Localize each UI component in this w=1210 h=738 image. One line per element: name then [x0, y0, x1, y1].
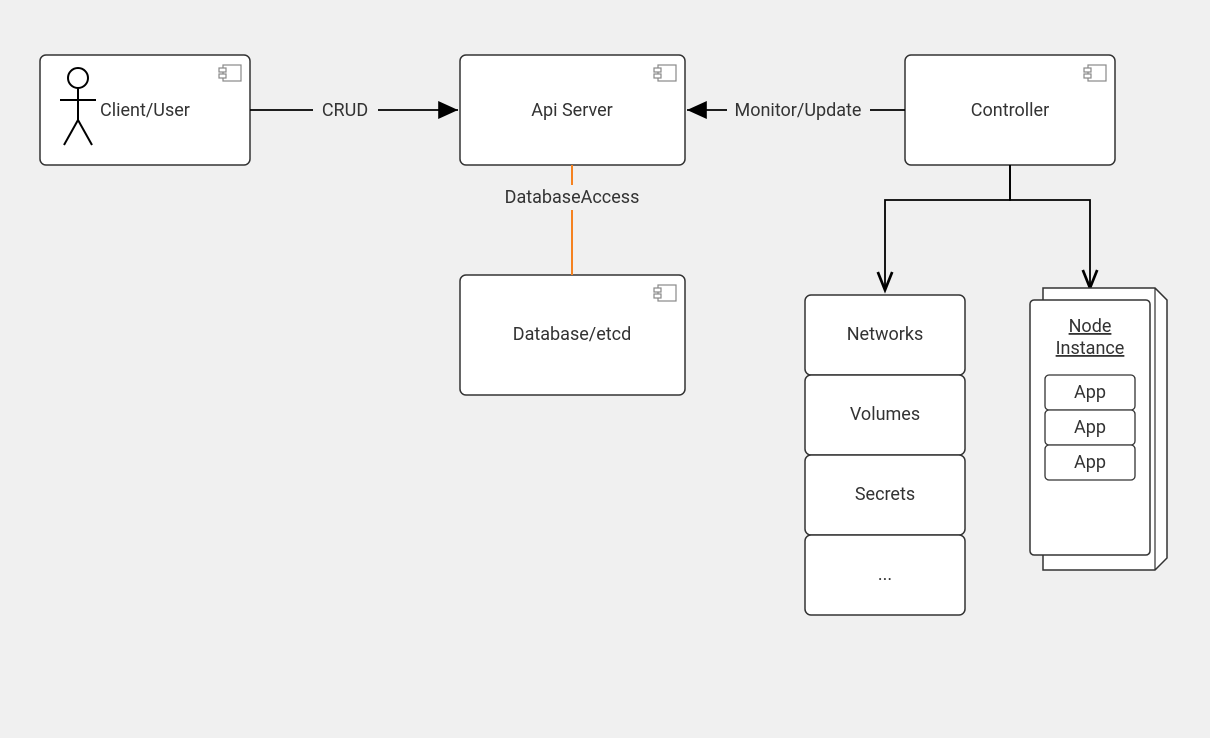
resources-stack: Networks Volumes Secrets ...: [805, 295, 965, 615]
component-controller: Controller: [905, 55, 1115, 165]
app-2-label: App: [1074, 452, 1106, 473]
node-instance: Node Instance App App App: [1030, 288, 1167, 570]
edge-db-access: DatabaseAccess: [505, 165, 640, 275]
resource-0-label: Networks: [847, 324, 924, 345]
component-client: Client/User: [40, 55, 250, 165]
database-label: Database/etcd: [513, 324, 631, 345]
controller-label: Controller: [971, 100, 1049, 121]
app-1-label: App: [1074, 417, 1106, 438]
api-server-label: Api Server: [531, 100, 612, 121]
edge-controller-resources: [885, 165, 1010, 290]
edge-monitor: Monitor/Update: [687, 100, 905, 121]
resource-3-label: ...: [878, 564, 892, 585]
edge-controller-node: [1010, 165, 1090, 288]
db-access-label: DatabaseAccess: [505, 187, 640, 208]
app-0-label: App: [1074, 382, 1106, 403]
node-instance-title-2: Instance: [1056, 338, 1125, 359]
resource-2-label: Secrets: [855, 484, 915, 505]
component-api-server: Api Server: [460, 55, 685, 165]
edge-crud: CRUD: [250, 100, 458, 121]
architecture-diagram: Client/User Api Server Controller Databa…: [0, 0, 1210, 738]
client-label: Client/User: [100, 100, 190, 121]
resource-1-label: Volumes: [850, 404, 920, 425]
monitor-label: Monitor/Update: [735, 100, 862, 121]
crud-label: CRUD: [322, 100, 368, 121]
component-database: Database/etcd: [460, 275, 685, 395]
node-instance-title-1: Node: [1069, 316, 1112, 337]
